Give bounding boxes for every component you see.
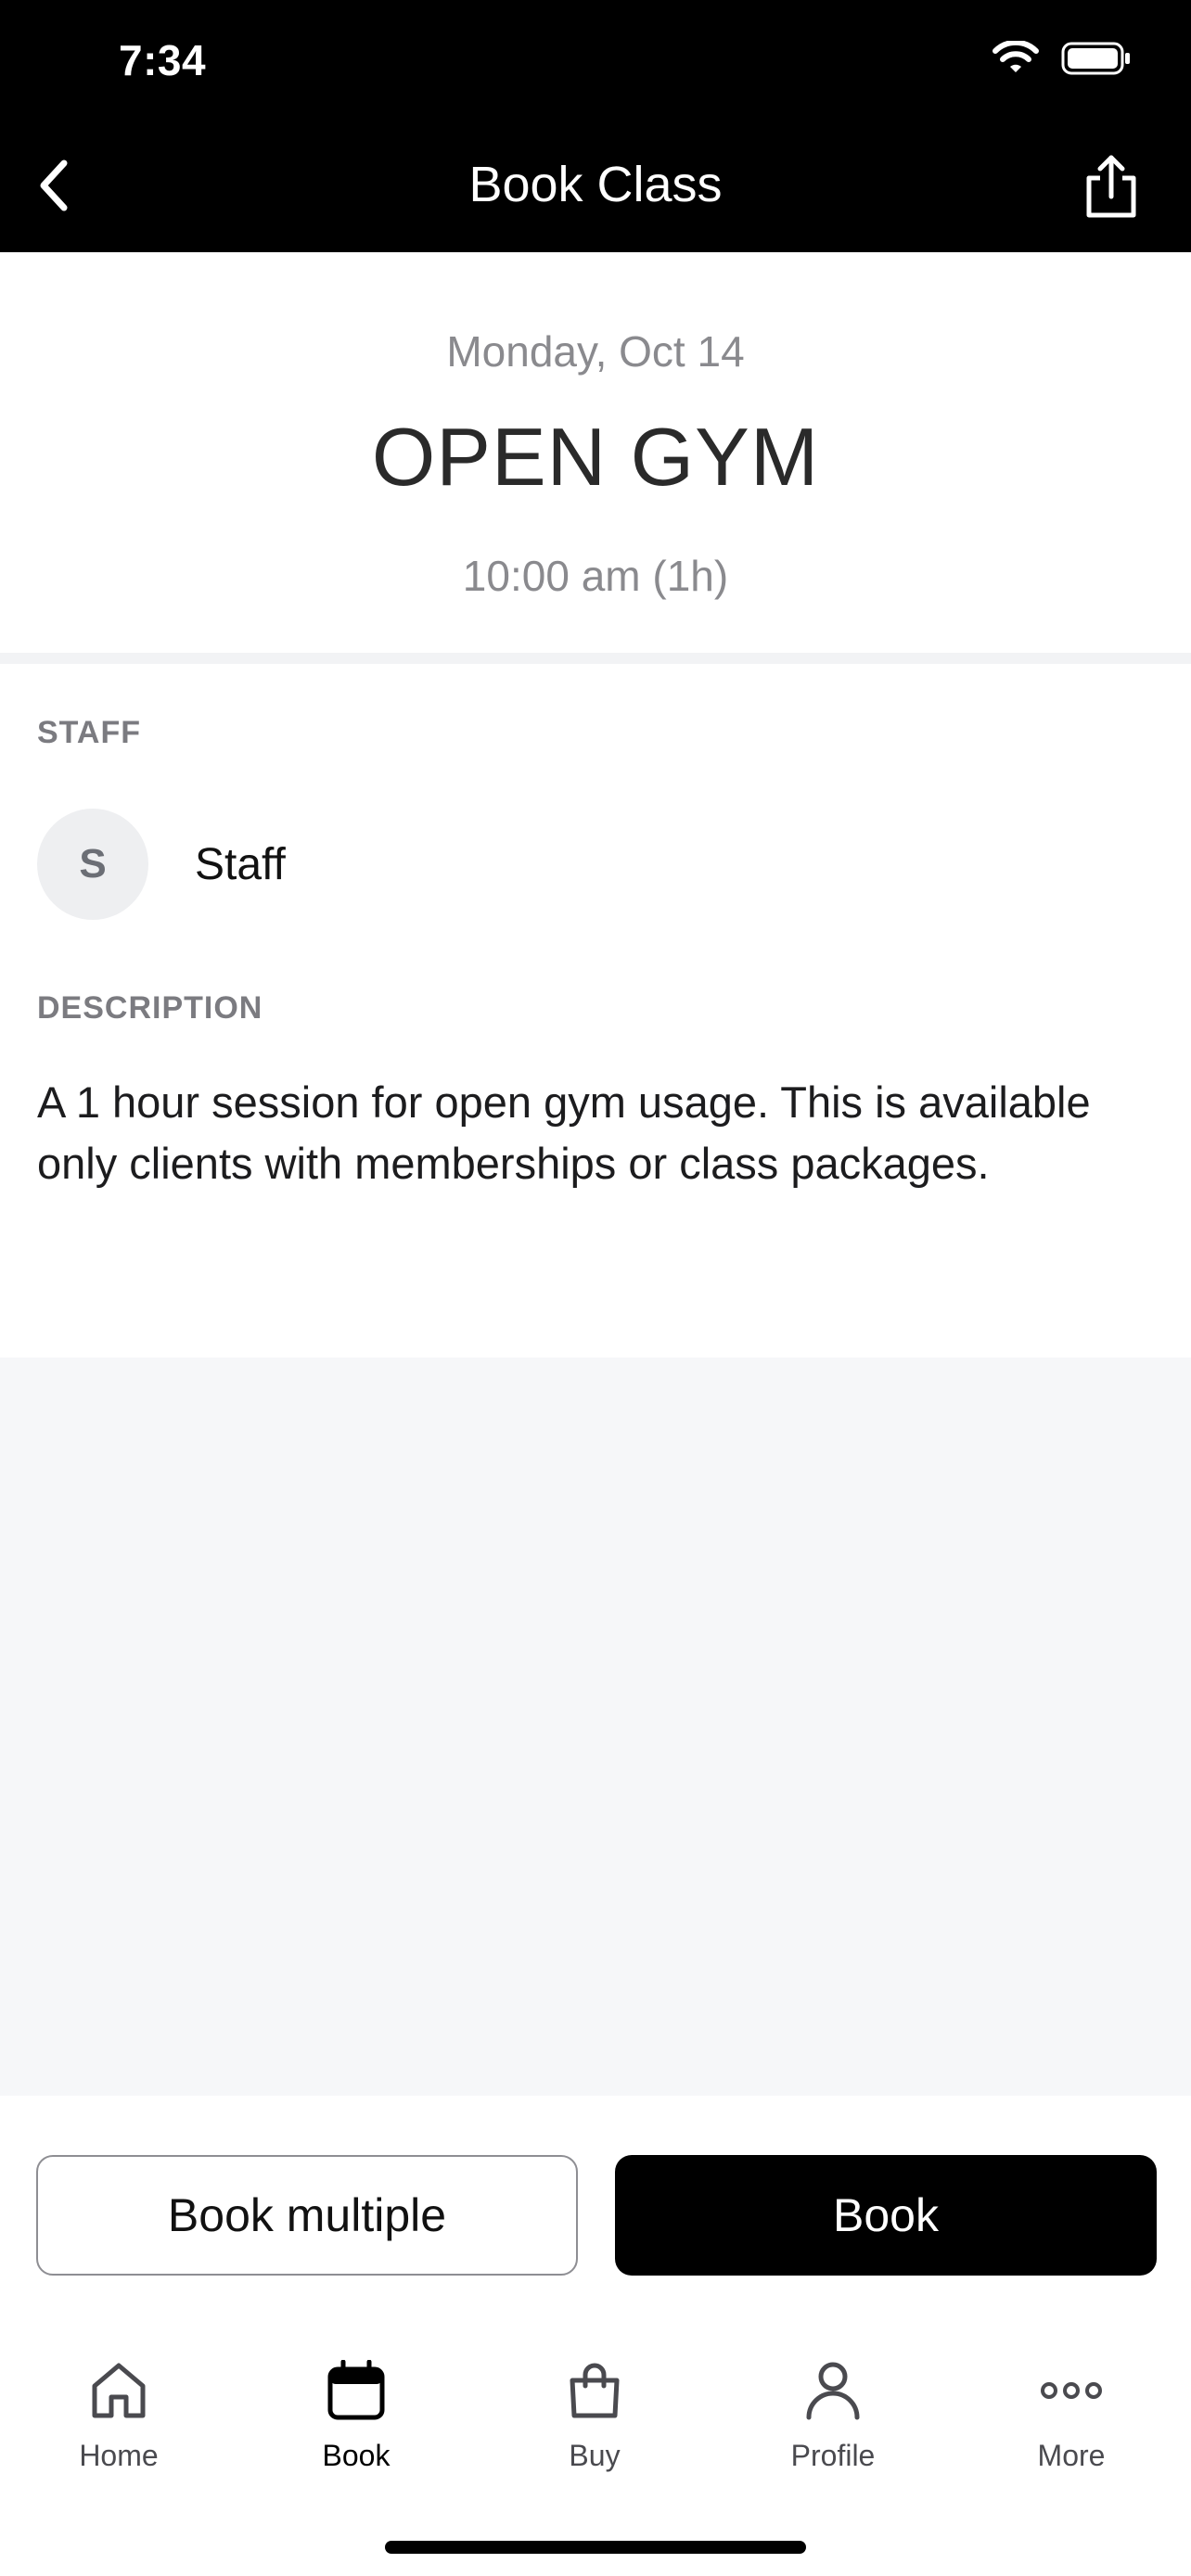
tab-bar: Home Book Buy Profile More — [0, 2318, 1191, 2576]
tab-label-profile: Profile — [790, 2439, 876, 2472]
more-dots-icon — [1036, 2355, 1107, 2426]
status-icons — [992, 39, 1132, 81]
description-text: A 1 hour session for open gym usage. Thi… — [37, 1078, 1091, 1188]
section-divider — [0, 653, 1191, 664]
staff-name: Staff — [195, 839, 286, 889]
tab-label-more: More — [1037, 2439, 1106, 2472]
class-date: Monday, Oct 14 — [446, 327, 745, 376]
tab-home[interactable]: Home — [26, 2355, 211, 2473]
share-icon — [1086, 155, 1136, 218]
description-section-label: DESCRIPTION — [37, 990, 263, 1026]
status-time: 7:34 — [119, 36, 207, 84]
tab-buy[interactable]: Buy — [502, 2355, 687, 2473]
book-button[interactable]: Book — [615, 2155, 1157, 2276]
person-icon — [798, 2355, 868, 2426]
tab-book[interactable]: Book — [263, 2355, 449, 2473]
class-details: STAFF S Staff DESCRIPTION A 1 hour sessi… — [0, 664, 1191, 1358]
shopping-bag-icon — [559, 2355, 630, 2426]
battery-icon — [1061, 41, 1132, 81]
home-indicator — [385, 2541, 806, 2554]
calendar-icon — [321, 2355, 391, 2426]
tab-label-buy: Buy — [569, 2439, 621, 2472]
staff-section-label: STAFF — [37, 715, 142, 750]
empty-content-area — [0, 1358, 1191, 2096]
tab-label-book: Book — [322, 2439, 391, 2472]
tab-profile[interactable]: Profile — [740, 2355, 926, 2473]
wifi-icon — [992, 39, 1039, 81]
home-icon — [83, 2355, 154, 2426]
page-title: Book Class — [468, 157, 723, 212]
tab-label-home: Home — [79, 2439, 159, 2472]
book-multiple-button[interactable]: Book multiple — [36, 2155, 578, 2276]
staff-row[interactable]: S Staff — [37, 809, 286, 920]
tab-more[interactable]: More — [979, 2355, 1164, 2473]
class-time: 10:00 am (1h) — [462, 552, 729, 600]
share-button[interactable] — [1076, 148, 1146, 226]
booking-actions: Book multiple Book — [0, 2096, 1191, 2318]
top-bar: 7:34 Book Class — [0, 0, 1191, 252]
class-title: OPEN GYM — [371, 411, 820, 503]
avatar: S — [37, 809, 148, 920]
class-header: Monday, Oct 14 OPEN GYM 10:00 am (1h) — [0, 252, 1191, 653]
